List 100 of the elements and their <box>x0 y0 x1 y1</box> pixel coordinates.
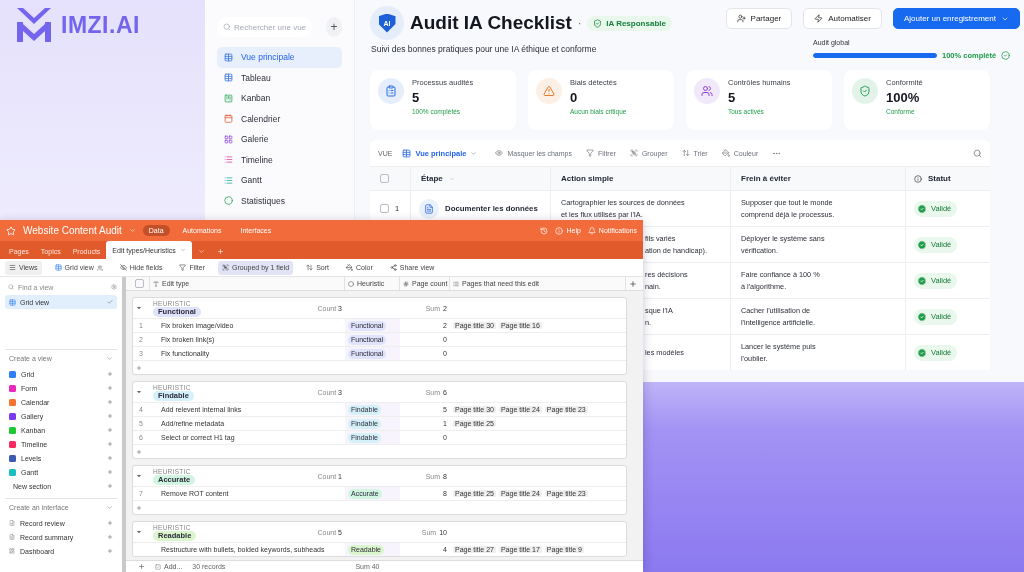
list-icon <box>453 280 459 287</box>
eye-icon <box>495 149 504 157</box>
add-row-button[interactable] <box>136 504 142 511</box>
collapse-icon[interactable] <box>136 305 142 311</box>
column-header: Action simple <box>561 174 614 183</box>
gallery-icon <box>224 134 233 144</box>
add-button[interactable] <box>138 563 145 570</box>
chevron-icon[interactable] <box>106 355 113 362</box>
plus-icon <box>107 469 113 475</box>
gantt-icon <box>224 175 233 185</box>
kanban-icon <box>224 93 233 103</box>
checkbox[interactable] <box>135 279 144 288</box>
sidebar-item[interactable]: Statistiques <box>217 190 342 211</box>
chevron-icon <box>197 247 205 255</box>
column-header: Statut <box>928 174 951 183</box>
checkbox[interactable] <box>380 204 389 213</box>
table-icon <box>402 148 412 158</box>
chevron-icon[interactable] <box>106 504 113 511</box>
help-icon <box>555 226 564 235</box>
people-icon <box>701 85 713 97</box>
check-icon <box>917 239 927 250</box>
group-icon <box>629 149 638 157</box>
number-icon <box>403 280 409 287</box>
paint-icon <box>346 264 354 271</box>
calendar-icon <box>224 114 233 124</box>
filter-icon <box>586 149 594 157</box>
check-icon <box>917 203 927 214</box>
sidebar-item[interactable]: Galerie <box>217 129 342 150</box>
add-row-button[interactable] <box>136 364 142 371</box>
checkbox[interactable] <box>380 174 389 183</box>
history-icon[interactable] <box>540 226 549 235</box>
dashboard-icon <box>9 548 15 554</box>
table-icon <box>224 52 233 62</box>
logo-icon <box>15 8 53 42</box>
sidebar-item[interactable]: Kanban <box>217 88 342 109</box>
sort-icon <box>681 149 690 157</box>
subtitle: Suivi des bonnes pratiques pour une IA éthique et conforme <box>371 44 598 54</box>
stat-value: 5 <box>728 90 737 105</box>
collapse-icon[interactable] <box>136 389 142 395</box>
plus-icon <box>107 427 113 433</box>
circle-icon <box>348 280 354 287</box>
sidebar-item[interactable]: Vue principale <box>217 47 342 68</box>
column-header: Étape <box>421 174 443 183</box>
shield-check-icon <box>593 18 603 28</box>
timeline-icon <box>224 155 233 165</box>
plus-icon <box>107 399 113 405</box>
sidebar-item[interactable]: Tableau <box>217 67 342 88</box>
add-row-button[interactable] <box>136 448 142 455</box>
share-button[interactable]: Partager <box>725 8 793 29</box>
bell-icon <box>587 226 596 235</box>
search-button[interactable] <box>973 148 982 158</box>
people-icon <box>96 264 103 271</box>
collapse-icon[interactable] <box>136 473 142 479</box>
caret-icon <box>470 149 478 157</box>
sort-icon <box>306 264 314 271</box>
sidebar-item[interactable]: Gantt <box>217 170 342 191</box>
plus-icon <box>107 441 113 447</box>
stat-value: 5 <box>412 90 421 105</box>
caret-icon <box>179 247 186 253</box>
search-field[interactable]: Rechercher une vue <box>217 17 312 37</box>
collapse-icon[interactable] <box>136 529 142 535</box>
plus-icon <box>107 534 113 540</box>
paint-icon <box>721 149 730 157</box>
add-button[interactable]: + <box>326 17 342 37</box>
stat-value: 100% <box>886 90 921 105</box>
clipboard-icon <box>385 85 397 97</box>
search-icon <box>973 148 982 158</box>
table-icon <box>224 73 233 83</box>
base-title: Website Content Audit <box>23 225 122 236</box>
sidebar-item[interactable]: Calendrier <box>217 108 342 129</box>
lightning-icon <box>814 14 824 23</box>
caret-icon <box>448 175 455 182</box>
user-plus-icon <box>736 14 746 23</box>
plus-icon <box>107 548 113 554</box>
settings-icon[interactable] <box>111 284 117 290</box>
check-icon <box>917 275 927 286</box>
caret-icon <box>128 227 136 234</box>
document-icon <box>9 534 15 540</box>
document-icon <box>419 198 439 219</box>
grid-icon <box>9 298 16 306</box>
column-header: Frein à éviter <box>741 174 791 183</box>
add-record-button[interactable]: Ajouter un enregistrement <box>892 8 1020 29</box>
plus-icon <box>107 371 113 377</box>
plus-icon <box>107 455 113 461</box>
check-icon <box>107 299 113 305</box>
add-field-button[interactable] <box>629 279 637 288</box>
record-icon <box>9 520 15 526</box>
plus-icon <box>216 247 224 255</box>
share-icon <box>389 264 397 271</box>
text-field-icon <box>153 280 159 287</box>
eye-off-icon <box>119 264 127 271</box>
shield-icon <box>859 85 871 97</box>
stat-value: 0 <box>570 90 579 105</box>
automate-button[interactable]: Automatiser <box>803 8 882 29</box>
grid-icon <box>54 264 62 271</box>
status-badge: IA Responsable <box>587 15 672 31</box>
filter-icon <box>179 264 187 271</box>
sidebar-item[interactable]: Timeline <box>217 149 342 170</box>
star-icon[interactable] <box>6 225 16 236</box>
plus-icon <box>107 520 113 526</box>
